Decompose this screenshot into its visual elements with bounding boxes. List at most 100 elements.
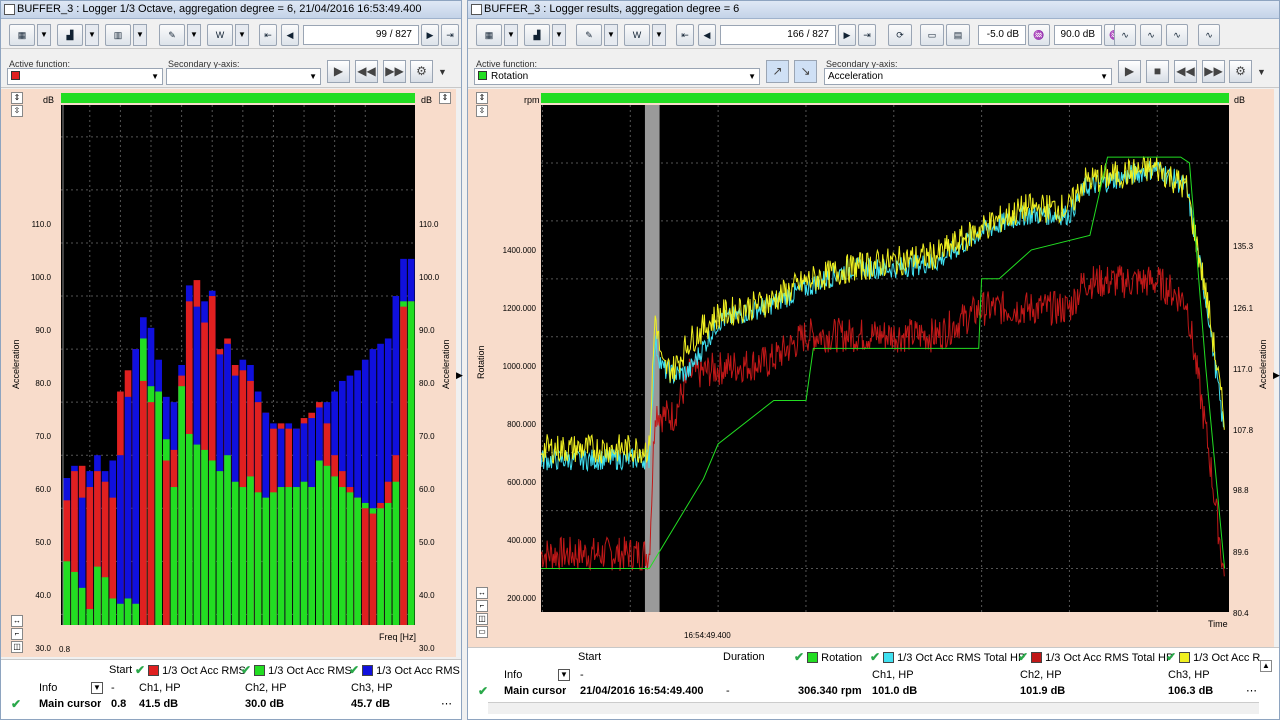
- first-record-button[interactable]: ⇤: [259, 24, 277, 46]
- zoom-out-button[interactable]: ▭: [476, 626, 488, 638]
- table-view-button[interactable]: ▦: [9, 24, 35, 46]
- bar-ch1: [369, 513, 377, 625]
- fast-forward-button[interactable]: ▶▶: [1202, 60, 1225, 83]
- cursor-mode-button[interactable]: ⌐: [11, 628, 23, 640]
- scale-top-button[interactable]: ⇕: [476, 92, 488, 104]
- series-header-ch3[interactable]: ✔ 1/3 Oct Acc RMS: [349, 662, 460, 680]
- left-plot-area[interactable]: [61, 105, 415, 625]
- prev-record-button[interactable]: ◀: [281, 24, 299, 46]
- table-view-dropdown[interactable]: ▼: [504, 24, 518, 46]
- max-db-field[interactable]: 90.0 dB: [1054, 25, 1102, 45]
- left-range-bar[interactable]: [61, 93, 415, 103]
- bar-ch2: [117, 603, 124, 625]
- cursor-up-button[interactable]: ↗: [766, 60, 789, 83]
- record-position[interactable]: 166 / 827: [720, 25, 836, 45]
- series-swatch-green: [807, 651, 819, 663]
- info-dropdown[interactable]: ▼: [558, 669, 570, 681]
- weighting-dropdown[interactable]: ▼: [652, 24, 666, 46]
- duration-column-header[interactable]: Duration: [723, 649, 765, 666]
- zoom-fit-button[interactable]: ◫: [476, 613, 488, 625]
- series-header-ch2[interactable]: ✔ 1/3 Oct Acc RMS Total HP: [1018, 649, 1173, 667]
- wave-view-4-button[interactable]: ∿: [1198, 24, 1220, 46]
- right-plot-area[interactable]: [541, 105, 1229, 612]
- compress-button[interactable]: ▭: [920, 24, 944, 46]
- wave-view-3-button[interactable]: ∿: [1166, 24, 1188, 46]
- cursor-down-button[interactable]: ↘: [794, 60, 817, 83]
- export-button[interactable]: ▤: [946, 24, 970, 46]
- cursor-tool-dropdown[interactable]: ▼: [604, 24, 618, 46]
- more-icon[interactable]: ⋯: [1246, 683, 1257, 700]
- colormap-button[interactable]: ▥: [105, 24, 131, 46]
- horizontal-scrollbar[interactable]: [488, 702, 1259, 714]
- chart-view-button[interactable]: ▟: [57, 24, 83, 46]
- rewind-button[interactable]: ◀◀: [355, 60, 378, 83]
- active-function-select[interactable]: Rotation ▼: [474, 68, 760, 85]
- fast-forward-button[interactable]: ▶▶: [383, 60, 406, 83]
- start-column-header[interactable]: Start: [109, 662, 132, 679]
- table-view-dropdown[interactable]: ▼: [37, 24, 51, 46]
- settings-dropdown-icon[interactable]: ▼: [1257, 67, 1266, 77]
- stop-button[interactable]: ■: [1146, 60, 1169, 83]
- next-record-button[interactable]: ▶: [838, 24, 856, 46]
- cursor-tool-button[interactable]: ✎: [159, 24, 185, 46]
- last-record-button[interactable]: ⇥: [858, 24, 876, 46]
- left-collapse-arrow[interactable]: ▶: [456, 370, 464, 381]
- series-header-ch2[interactable]: ✔ 1/3 Oct Acc RMS: [241, 662, 352, 680]
- series-header-ch1[interactable]: ✔ 1/3 Oct Acc RMS: [135, 662, 246, 680]
- min-db-field[interactable]: -5.0 dB: [978, 25, 1026, 45]
- pan-button[interactable]: ↔: [11, 615, 23, 627]
- scale-fit-button[interactable]: ⇳: [476, 105, 488, 117]
- colormap-dropdown[interactable]: ▼: [133, 24, 147, 46]
- info-dropdown[interactable]: ▼: [91, 682, 103, 694]
- y-tick-label: 110.0: [31, 219, 51, 229]
- y-tick-label-right: 60.0: [419, 485, 435, 495]
- settings-button[interactable]: ⚙: [1229, 60, 1252, 83]
- y2-tick-label: 98.8: [1233, 486, 1249, 496]
- prev-record-button[interactable]: ◀: [698, 24, 716, 46]
- chart-view-dropdown[interactable]: ▼: [85, 24, 99, 46]
- pan-button[interactable]: ↔: [476, 587, 488, 599]
- min-scale-button[interactable]: ♒: [1028, 24, 1050, 46]
- series-header-rotation[interactable]: ✔ Rotation: [794, 649, 862, 667]
- next-record-button[interactable]: ▶: [421, 24, 439, 46]
- rewind-button[interactable]: ◀◀: [1174, 60, 1197, 83]
- channel-header-1: Ch1, HP: [872, 669, 914, 681]
- right-range-bar[interactable]: [541, 93, 1229, 103]
- secondary-axis-select[interactable]: Acceleration ▼: [824, 68, 1112, 85]
- last-record-button[interactable]: ⇥: [441, 24, 459, 46]
- first-record-button[interactable]: ⇤: [676, 24, 694, 46]
- weighting-button[interactable]: W: [624, 24, 650, 46]
- active-function-select[interactable]: ▼: [7, 68, 163, 85]
- cursor-tool-dropdown[interactable]: ▼: [187, 24, 201, 46]
- zoom-fit-button[interactable]: ◫: [11, 641, 23, 653]
- start-column-header[interactable]: Start: [578, 649, 601, 666]
- chart-view-dropdown[interactable]: ▼: [552, 24, 566, 46]
- weighting-button[interactable]: W: [207, 24, 233, 46]
- table-view-button[interactable]: ▦: [476, 24, 502, 46]
- cursor-tool-button[interactable]: ✎: [576, 24, 602, 46]
- weighting-dropdown[interactable]: ▼: [235, 24, 249, 46]
- more-icon[interactable]: ⋯: [441, 696, 452, 713]
- table-cursor-row[interactable]: ✔ Main cursor 21/04/2016 16:54:49.400 - …: [468, 683, 1279, 700]
- settings-dropdown-icon[interactable]: ▼: [438, 67, 447, 77]
- secondary-axis-select[interactable]: ▼: [166, 68, 321, 85]
- scroll-up-button[interactable]: ▲: [1260, 660, 1272, 672]
- record-position[interactable]: 99 / 827: [303, 25, 419, 45]
- wave-view-1-button[interactable]: ∿: [1114, 24, 1136, 46]
- play-button[interactable]: ▶: [1118, 60, 1141, 83]
- wave-view-2-button[interactable]: ∿: [1140, 24, 1162, 46]
- scale-right-button[interactable]: ⇕: [439, 92, 451, 104]
- play-button[interactable]: ▶: [327, 60, 350, 83]
- refresh-button[interactable]: ⟳: [888, 24, 912, 46]
- series-header-ch1[interactable]: ✔ 1/3 Oct Acc RMS Total HP: [870, 649, 1025, 667]
- scale-fit-button[interactable]: ⇳: [11, 105, 23, 117]
- right-collapse-arrow[interactable]: ▶: [1273, 370, 1280, 381]
- bar-ch2: [71, 571, 78, 625]
- chart-view-button[interactable]: ▟: [524, 24, 550, 46]
- scale-top-button[interactable]: ⇕: [11, 92, 23, 104]
- settings-button[interactable]: ⚙: [410, 60, 433, 83]
- table-cursor-row[interactable]: ✔ Main cursor 0.8 41.5 dB 30.0 dB 45.7 d…: [1, 696, 461, 713]
- cursor-mode-button[interactable]: ⌐: [476, 600, 488, 612]
- main-cursor-label: Main cursor: [504, 685, 567, 697]
- series-header-ch3[interactable]: ✔ 1/3 Oct Acc RMS: [1166, 649, 1261, 667]
